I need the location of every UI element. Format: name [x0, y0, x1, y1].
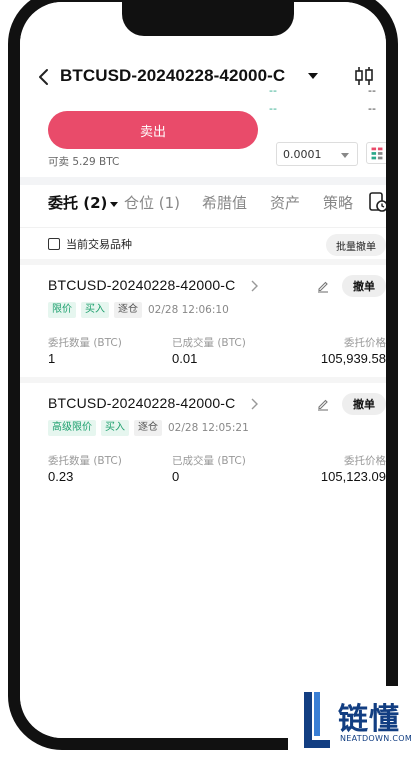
order-timestamp: 02/28 12:06:10 — [148, 304, 229, 316]
filled-label: 已成交量 (BTC) — [172, 337, 246, 349]
order-filter-row: 当前交易品种 批量撤单 — [20, 227, 386, 259]
margin-mode-badge: 逐仓 — [114, 302, 142, 318]
current-symbol-checkbox[interactable] — [48, 238, 60, 250]
symbol-dropdown-caret-icon[interactable] — [306, 69, 320, 83]
brand-logo-icon — [304, 692, 330, 748]
ask-price: -- — [269, 84, 277, 97]
tab-positions[interactable]: 仓位 (1) — [124, 192, 180, 213]
order-side-badge: 买入 — [101, 420, 129, 436]
chevron-right-icon[interactable] — [249, 279, 259, 293]
watermark-brand-en: NEATDOWN.COM — [340, 734, 411, 743]
order-quantity: 0.23 — [48, 469, 74, 484]
filled-quantity: 0 — [172, 469, 180, 484]
order-card[interactable]: BTCUSD-20240228-42000-C 撤单 高级限价 买入 逐仓 02… — [20, 383, 386, 495]
caret-down-icon — [110, 201, 119, 207]
chevron-down-icon — [341, 153, 349, 158]
order-timestamp: 02/28 12:05:21 — [168, 422, 249, 434]
orderbook-layout-icon[interactable] — [366, 142, 388, 164]
phone-notch — [122, 2, 294, 36]
order-symbol[interactable]: BTCUSD-20240228-42000-C — [48, 395, 235, 411]
back-arrow-icon[interactable] — [34, 67, 54, 87]
bulk-cancel-button[interactable]: 批量撤单 — [326, 234, 386, 256]
filled-label: 已成交量 (BTC) — [172, 455, 246, 467]
phone-frame: BTCUSD-20240228-42000-C -- -- -- -- 卖出 可… — [8, 0, 398, 750]
order-tags: 高级限价 买入 逐仓 02/28 12:05:21 — [48, 419, 249, 437]
order-quantity: 1 — [48, 351, 56, 366]
cancel-order-button[interactable]: 撤单 — [342, 393, 386, 415]
tab-assets[interactable]: 资产 — [270, 192, 300, 213]
tab-orders[interactable]: 委托 (2) — [48, 192, 119, 213]
order-tags: 限价 买入 逐仓 02/28 12:06:10 — [48, 301, 229, 319]
order-price: 105,939.58 — [320, 351, 386, 366]
edit-pencil-icon[interactable] — [316, 397, 330, 411]
order-symbol[interactable]: BTCUSD-20240228-42000-C — [48, 277, 235, 293]
order-price: 105,123.09 — [320, 469, 386, 484]
quantity-step-value: 0.0001 — [283, 148, 322, 161]
chevron-right-icon[interactable] — [249, 397, 259, 411]
quantity-label: 委托数量 (BTC) — [48, 337, 122, 349]
quantity-label: 委托数量 (BTC) — [48, 455, 122, 467]
section-divider — [20, 177, 386, 185]
available-balance: 可卖 5.29 BTC — [48, 156, 120, 168]
price-label: 委托价格 — [344, 455, 386, 467]
current-symbol-label: 当前交易品种 — [66, 238, 132, 251]
filled-quantity: 0.01 — [172, 351, 198, 366]
bid-size: -- — [368, 102, 376, 115]
account-tabs: 委托 (2) 仓位 (1) 希腊值 资产 策略 — [20, 190, 386, 224]
margin-mode-badge: 逐仓 — [134, 420, 162, 436]
quantity-step-select[interactable]: 0.0001 — [276, 142, 358, 166]
watermark: 链懂 NEATDOWN.COM — [288, 686, 411, 758]
order-card[interactable]: BTCUSD-20240228-42000-C 撤单 限价 买入 逐仓 02/2… — [20, 265, 386, 377]
order-type-badge: 高级限价 — [48, 420, 96, 436]
order-history-icon[interactable] — [368, 190, 388, 214]
sell-button[interactable]: 卖出 — [48, 111, 258, 149]
order-type-badge: 限价 — [48, 302, 76, 318]
instrument-title[interactable]: BTCUSD-20240228-42000-C — [60, 66, 285, 86]
tab-greeks[interactable]: 希腊值 — [202, 192, 247, 213]
bid-price: -- — [269, 102, 277, 115]
ask-size: -- — [368, 84, 376, 97]
watermark-brand-cn: 链懂 — [338, 702, 400, 737]
edit-pencil-icon[interactable] — [316, 279, 330, 293]
header-bar: BTCUSD-20240228-42000-C — [20, 57, 386, 97]
tab-strategy[interactable]: 策略 — [323, 192, 353, 213]
tab-orders-label: 委托 (2) — [48, 194, 108, 212]
order-side-badge: 买入 — [81, 302, 109, 318]
cancel-order-button[interactable]: 撤单 — [342, 275, 386, 297]
price-label: 委托价格 — [344, 337, 386, 349]
app-screen: BTCUSD-20240228-42000-C -- -- -- -- 卖出 可… — [20, 2, 386, 738]
